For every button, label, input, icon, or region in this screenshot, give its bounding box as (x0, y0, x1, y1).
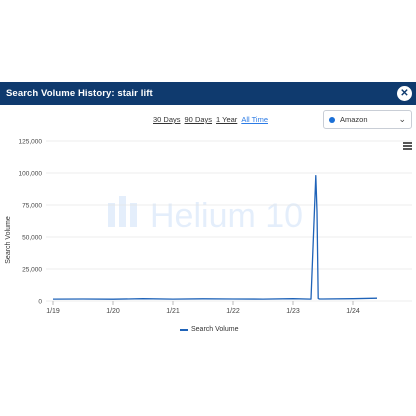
legend-swatch (180, 328, 188, 331)
y-axis-label: Search Volume (5, 216, 12, 264)
watermark: Helium 10 (108, 196, 303, 235)
modal-title: Search Volume History: stair lift (6, 88, 153, 99)
x-tick-label: 1/20 (106, 308, 120, 315)
series-line-search-volume (52, 174, 378, 300)
range-90-days[interactable]: 90 Days (185, 115, 213, 124)
chart-legend[interactable]: Search Volume (180, 326, 238, 333)
close-icon[interactable]: ✕ (397, 86, 412, 101)
marketplace-label: Amazon (340, 115, 368, 124)
x-tick-label: 1/21 (166, 308, 180, 315)
range-30-days[interactable]: 30 Days (153, 115, 181, 124)
legend-label: Search Volume (191, 326, 239, 333)
y-tick-label: 25,000 (22, 267, 42, 274)
marketplace-dot-icon (329, 116, 335, 123)
y-tick-label: 100,000 (19, 171, 43, 178)
range-1-year[interactable]: 1 Year (216, 115, 237, 124)
y-tick-label: 75,000 (22, 203, 42, 210)
range-all-time[interactable]: All Time (241, 115, 268, 124)
x-tick-label: 1/19 (46, 308, 60, 315)
x-tick-label: 1/23 (286, 308, 300, 315)
watermark-text: Helium 10 (150, 197, 303, 235)
y-tick-label: 0 (38, 299, 42, 306)
search-volume-chart: Helium 10 0 25,000 50,000 75,000 100,000 125,… (5, 139, 412, 315)
modal-header: Search Volume History: stair lift ✕ (0, 82, 416, 105)
chevron-down-icon: ⌄ (398, 114, 406, 124)
x-tick-label: 1/24 (346, 308, 360, 315)
y-tick-label: 125,000 (19, 139, 43, 146)
y-tick-label: 50,000 (22, 235, 42, 242)
range-selector: 30 Days 90 Days 1 Year All Time (153, 115, 268, 124)
x-tick-label: 1/22 (226, 308, 240, 315)
marketplace-select[interactable]: Amazon ⌄ (323, 110, 412, 129)
